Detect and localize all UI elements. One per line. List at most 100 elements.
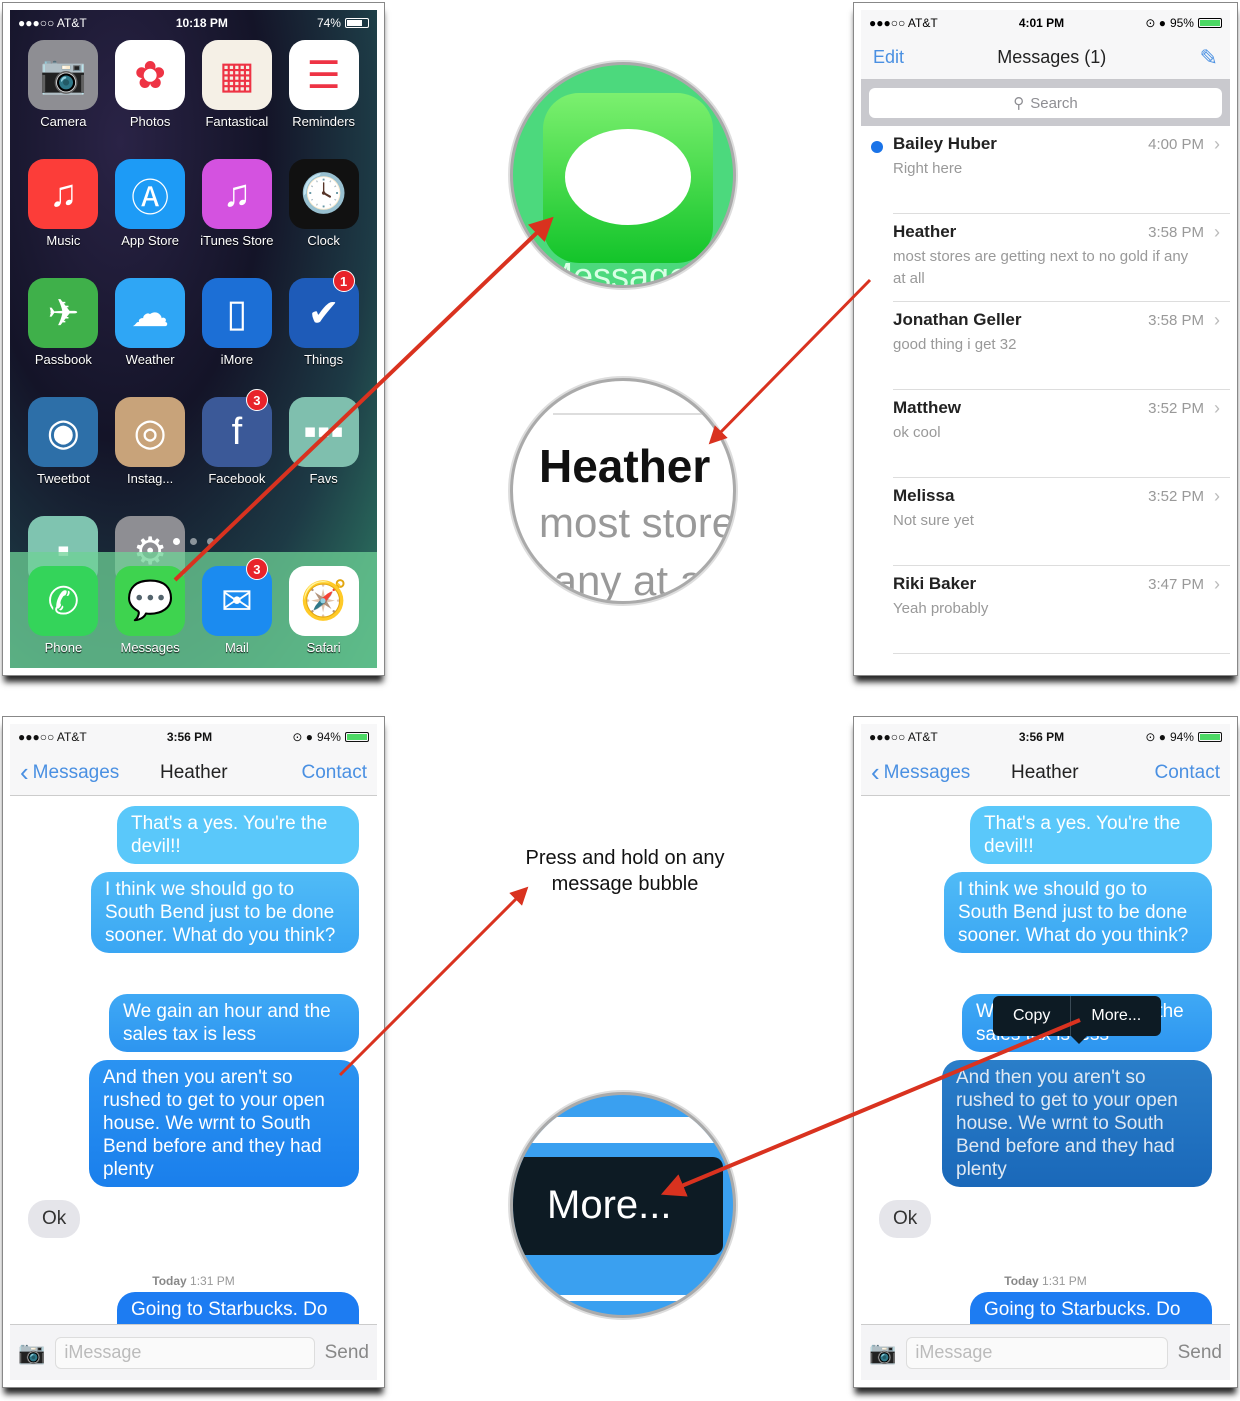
received-message-bubble[interactable]: Ok (879, 1200, 932, 1238)
contact-button[interactable]: Contact (1155, 762, 1220, 784)
timestamp-day: Today (1004, 1274, 1039, 1288)
more-menu-item[interactable]: More... (1070, 996, 1161, 1036)
search-input[interactable]: ⚲ Search (869, 88, 1222, 118)
message-preview: Right here (893, 160, 963, 177)
message-input[interactable]: iMessage (55, 1336, 315, 1369)
messages-list-screen: ●●●○○ AT&T 4:01 PM ⊙ ● 95% Edit Messages … (861, 10, 1230, 668)
chevron-right-icon: › (1214, 398, 1220, 418)
app-clock[interactable]: 🕓 Clock (280, 159, 367, 248)
app-photos[interactable]: ✿ Photos (107, 40, 194, 129)
thread-row[interactable]: Matthew 3:52 PM › ok cool (893, 390, 1230, 478)
app-label: Facebook (208, 471, 266, 486)
page-indicator[interactable] (10, 538, 377, 545)
sent-message-bubble[interactable]: Going to Starbucks. Do you want anything… (970, 1292, 1212, 1324)
back-label: Messages (32, 761, 120, 783)
camera-icon[interactable]: 📷 (18, 1340, 45, 1366)
context-menu: Copy More... (993, 996, 1162, 1044)
back-label: Messages (883, 761, 971, 783)
selected-message-bubble[interactable]: And then you aren't so rushed to get to … (942, 1060, 1212, 1187)
carrier: ●●●○○ AT&T (18, 16, 87, 30)
send-button[interactable]: Send (1178, 1342, 1222, 1364)
app-camera[interactable]: 📷 Camera (20, 40, 107, 129)
conversation-title: Heather (1011, 761, 1079, 783)
thread-list: Bailey Huber 4:00 PM › Right here Heather 3:5… (861, 126, 1230, 654)
copy-menu-item[interactable]: Copy (993, 996, 1070, 1036)
send-button[interactable]: Send (325, 1342, 369, 1364)
app-favs[interactable]: ▪▪▪ Favs (280, 397, 367, 486)
message-preview: Not sure yet (893, 512, 974, 529)
thread-row[interactable]: Bailey Huber 4:00 PM › Right here (871, 126, 1230, 214)
app-passbook[interactable]: ✈ Passbook (20, 278, 107, 367)
message-preview: ok cool (893, 424, 941, 441)
thread-row[interactable]: Riki Baker 3:47 PM › Yeah probably (893, 566, 1230, 654)
camera-icon[interactable]: 📷 (869, 1340, 896, 1366)
clock-icon: 🕓 (288, 159, 359, 229)
clock-time: 3:56 PM (166, 730, 213, 744)
message-input[interactable]: iMessage (906, 1336, 1168, 1369)
heather-thread-magnifier: Heather most store if any at a (510, 378, 736, 604)
app-things[interactable]: ✔ 1 Things (280, 270, 367, 367)
thread-row[interactable]: Heather 3:58 PM › most stores are getting n… (893, 214, 1230, 302)
thread-row[interactable]: Jonathan Geller 3:58 PM › good thing i get … (893, 302, 1230, 390)
battery-icon (1197, 732, 1222, 742)
timestamp-day: Today (152, 1274, 187, 1288)
app-weather[interactable]: ☁ Weather (107, 278, 194, 367)
sent-message-bubble[interactable]: That's a yes. You're the devil!! (117, 806, 359, 864)
message-preview: good thing i get 32 (893, 336, 1017, 353)
app-instag[interactable]: ◎ Instag... (107, 397, 194, 486)
sent-message-bubble[interactable]: And then you aren't so rushed to get to … (89, 1060, 359, 1187)
carrier: ●●●○○ AT&T (869, 730, 938, 744)
app-label: Clock (307, 233, 340, 248)
app-messages[interactable]: 💬 Messages (107, 566, 194, 668)
sent-message-bubble[interactable]: I think we should go to South Bend just … (944, 872, 1212, 953)
back-button[interactable]: ‹ Messages (871, 757, 970, 788)
itunes-icon: ♫ (201, 159, 272, 229)
app-mail[interactable]: ✉ 3 Mail (194, 558, 281, 668)
received-message-bubble[interactable]: Ok (28, 1200, 81, 1238)
app-label: Safari (306, 640, 341, 655)
app-fantastical[interactable]: ▦ Fantastical (194, 40, 281, 129)
thread-row[interactable]: Melissa 3:52 PM › Not sure yet (893, 478, 1230, 566)
conversation-title: Heather (160, 761, 228, 783)
thread-time: 3:58 PM (1148, 312, 1204, 329)
app-app-store[interactable]: Ⓐ App Store (107, 159, 194, 248)
messages-list-panel: ●●●○○ AT&T 4:01 PM ⊙ ● 95% Edit Messages … (853, 2, 1238, 676)
alarm-icon: ⊙ ● (1145, 730, 1166, 744)
app-phone[interactable]: ✆ Phone (20, 566, 107, 668)
status-bar: ●●●○○ AT&T 10:18 PM 74% (10, 10, 377, 36)
app-imore[interactable]: ▯ iMore (194, 278, 281, 367)
status-bar: ●●●○○ AT&T 3:56 PM ⊙ ● 94% (861, 724, 1230, 750)
battery-icon (344, 18, 369, 28)
nav-bar: ‹ Messages Heather Contact (861, 750, 1230, 796)
edit-button[interactable]: Edit (873, 47, 904, 68)
sent-message-bubble[interactable]: Going to Starbucks. Do you want anything… (117, 1292, 359, 1324)
app-itunes-store[interactable]: ♫ iTunes Store (194, 159, 281, 248)
home-screen-panel: ●●●○○ AT&T 10:18 PM 74% 📷 Camera ✿ Photos ▦ F… (2, 2, 385, 676)
app-store-icon: Ⓐ (115, 159, 186, 229)
app-safari[interactable]: 🧭 Safari (280, 566, 367, 668)
sent-message-bubble[interactable]: That's a yes. You're the devil!! (970, 806, 1212, 864)
alarm-icon: ⊙ ● (292, 730, 313, 744)
facebook-icon: f3 (201, 389, 272, 467)
sent-message-bubble[interactable]: We gain an hour and the sales tax is les… (109, 994, 359, 1052)
app-label: iMore (220, 352, 254, 367)
search-placeholder: Search (1030, 94, 1078, 112)
app-facebook[interactable]: f 3 Facebook (194, 389, 281, 486)
back-button[interactable]: ‹ Messages (20, 757, 119, 788)
app-music[interactable]: ♫ Music (20, 159, 107, 248)
input-bar: 📷 iMessage Send (10, 1324, 377, 1380)
app-label: Photos (129, 114, 171, 129)
app-reminders[interactable]: ☰ Reminders (280, 40, 367, 129)
contact-button[interactable]: Contact (302, 762, 367, 784)
thread-time: 4:00 PM (1148, 136, 1204, 153)
messages-icon: 💬 (115, 566, 186, 636)
reminders-icon: ☰ (288, 40, 359, 110)
sent-message-bubble[interactable]: I think we should go to South Bend just … (91, 872, 359, 953)
phone-icon: ✆ (28, 566, 99, 636)
app-tweetbot[interactable]: ◉ Tweetbot (20, 397, 107, 486)
more-button-magnifier: More... (510, 1092, 736, 1318)
music-icon: ♫ (28, 159, 99, 229)
clock-time: 10:18 PM (175, 16, 228, 30)
compose-icon[interactable]: ✎ (1200, 45, 1218, 71)
conversation-menu-panel: ●●●○○ AT&T 3:56 PM ⊙ ● 94% ‹ Messages Heat… (853, 716, 1238, 1388)
